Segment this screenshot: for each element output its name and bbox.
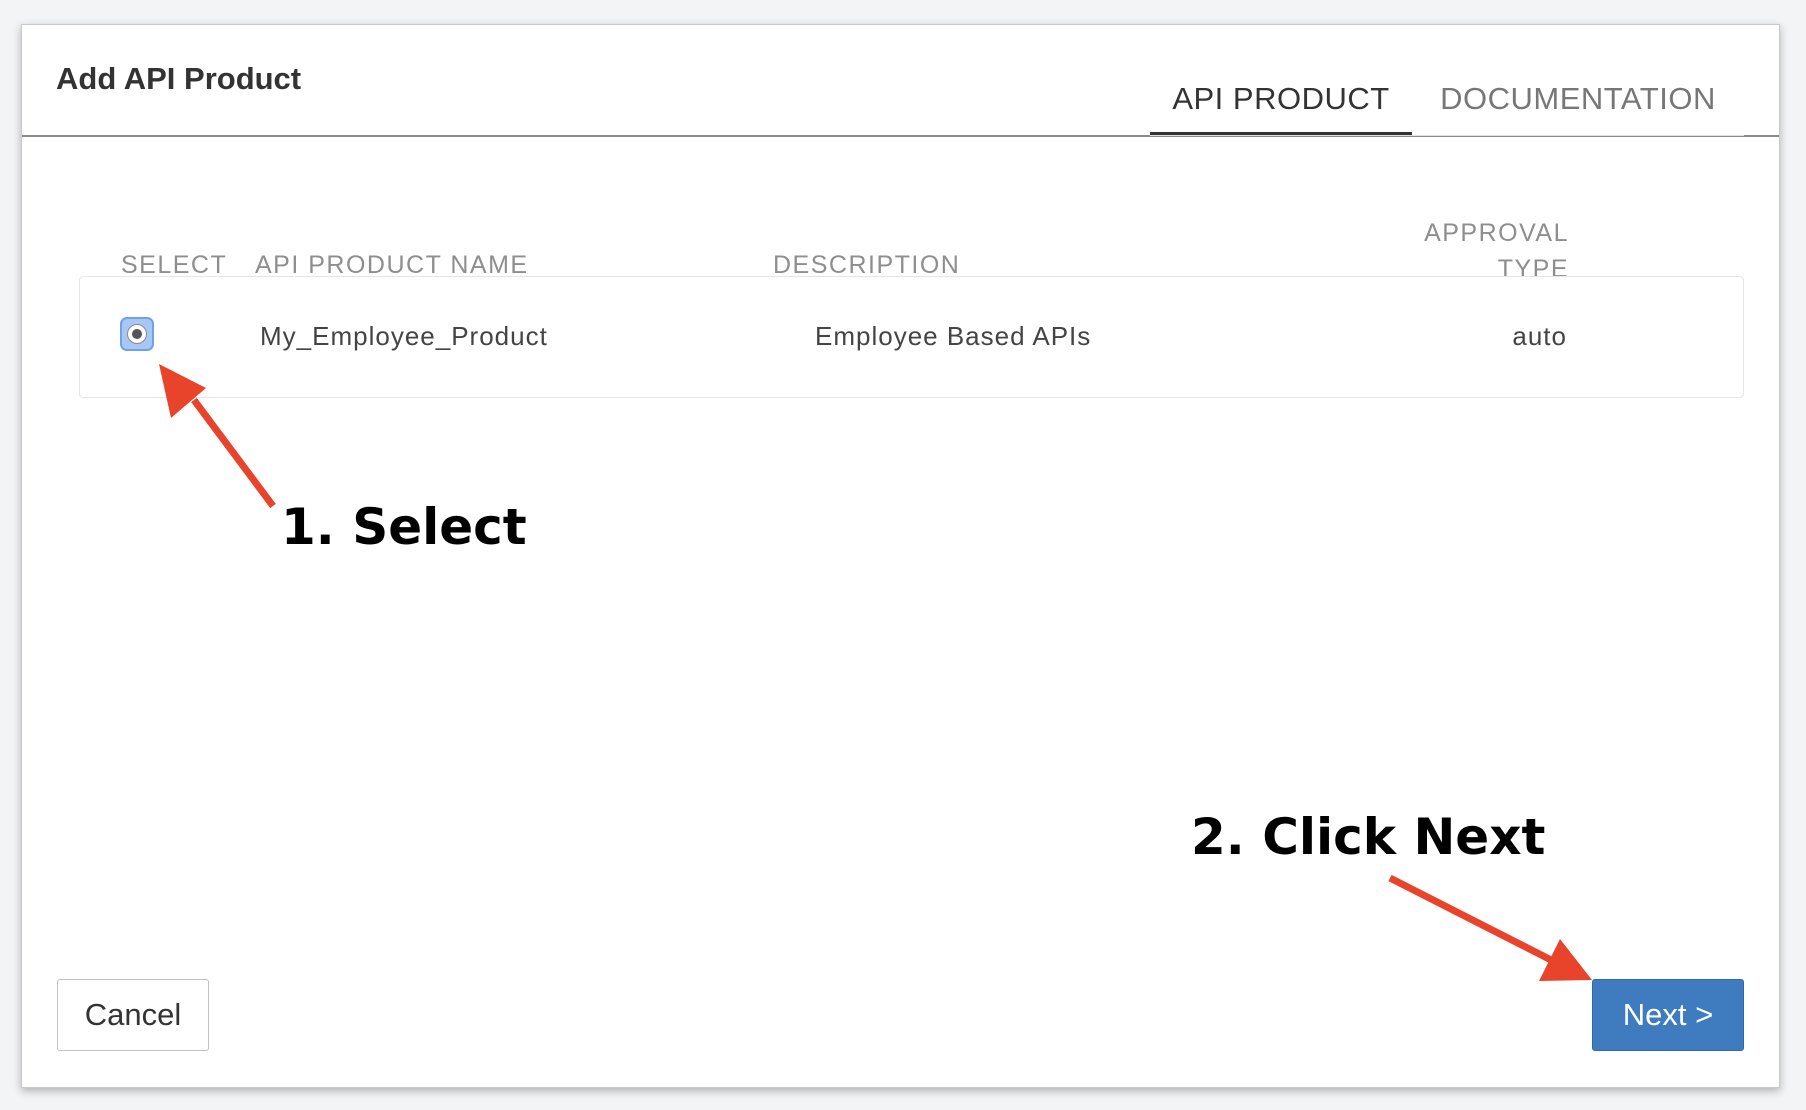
dialog-tabs: API PRODUCT DOCUMENTATION [1150,75,1744,136]
product-name-cell: My_Employee_Product [260,321,548,351]
table-row[interactable]: My_Employee_Product Employee Based APIs … [79,276,1744,398]
add-api-product-dialog: Add API Product API PRODUCT DOCUMENTATIO… [21,24,1780,1088]
tab-documentation[interactable]: DOCUMENTATION [1412,75,1744,135]
approval-type-cell: auto [1512,321,1567,351]
dialog-header: Add API Product API PRODUCT DOCUMENTATIO… [22,25,1779,137]
product-description-cell: Employee Based APIs [815,321,1092,351]
table-header: SELECT API PRODUCT NAME DESCRIPTION APPR… [22,185,1779,285]
next-button[interactable]: Next > [1592,979,1744,1051]
column-header-approval-line1: APPROVAL [1424,219,1569,247]
annotation-step-click-next: 2. Click Next [1191,808,1546,866]
radio-selected-dot [132,329,142,339]
dialog-title: Add API Product [56,61,302,96]
cancel-button[interactable]: Cancel [57,979,209,1051]
annotation-step-select: 1. Select [281,498,527,556]
select-radio-button[interactable] [122,319,152,349]
tab-api-product[interactable]: API PRODUCT [1150,75,1412,135]
